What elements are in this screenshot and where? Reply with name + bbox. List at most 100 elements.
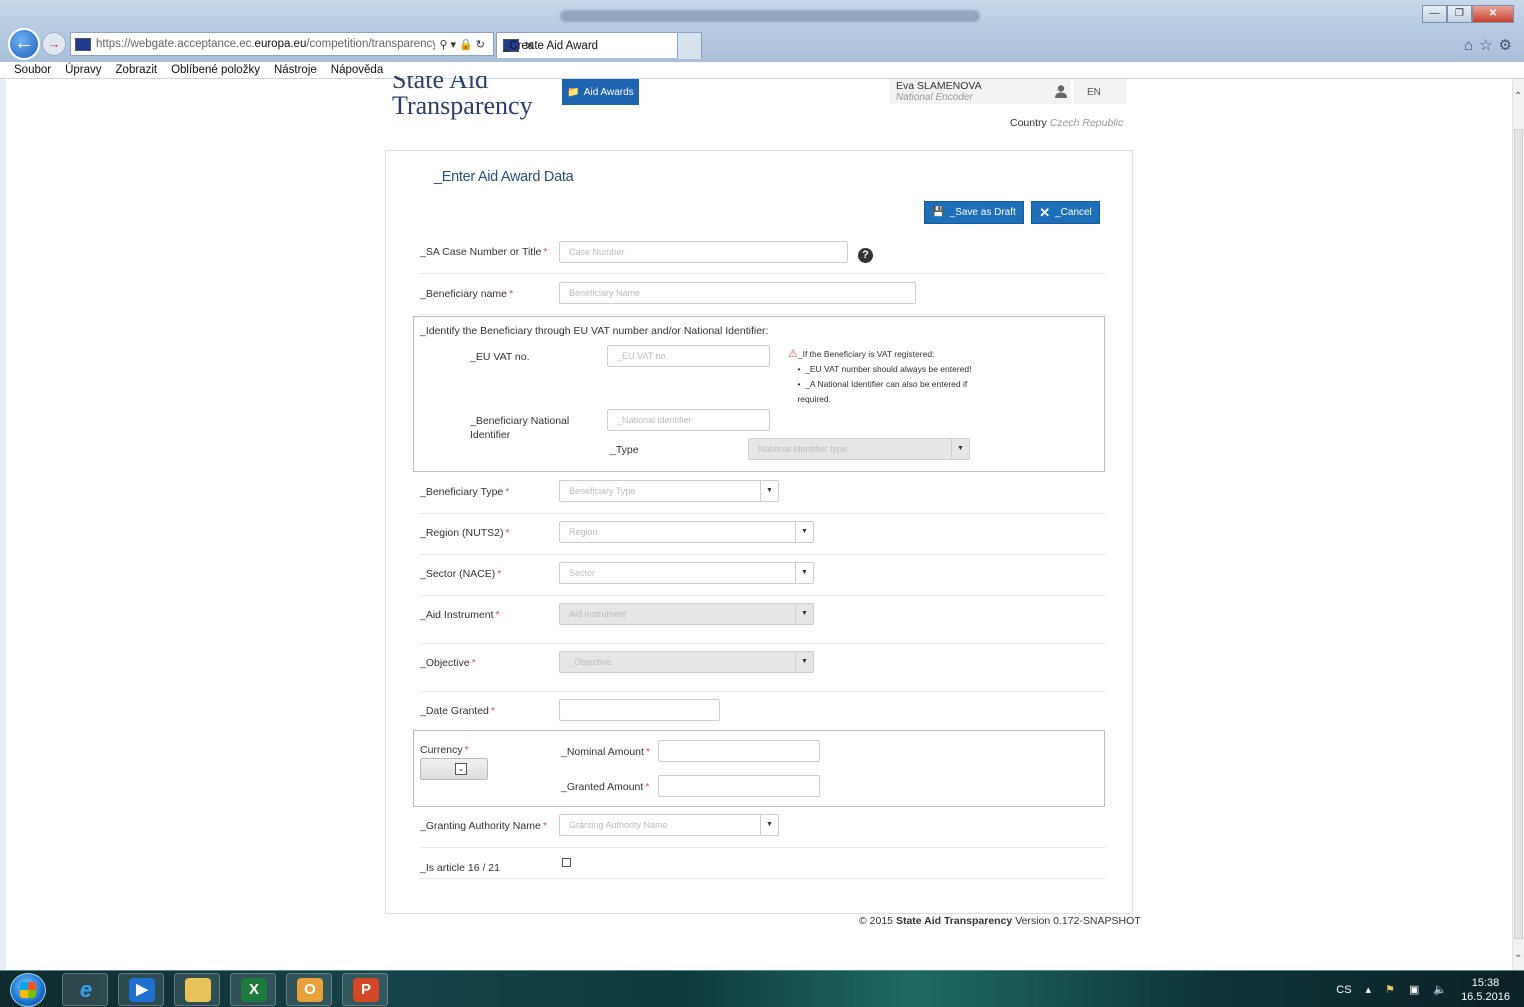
forward-button[interactable]: → bbox=[42, 32, 66, 56]
date-granted-row: _Date Granted * bbox=[420, 693, 1106, 729]
nominal-amount-label: _Nominal Amount * bbox=[561, 746, 650, 758]
volume-icon[interactable]: 🔈 bbox=[1433, 983, 1447, 996]
user-icon[interactable] bbox=[1054, 84, 1068, 98]
granted-amount-input[interactable] bbox=[658, 775, 820, 797]
date-granted-input[interactable] bbox=[559, 699, 720, 721]
chevron-down-icon: ▼ bbox=[795, 522, 813, 542]
beneficiary-type-row: _Beneficiary Type * Beneficiary Type ▼ bbox=[420, 473, 1106, 514]
powerpoint-icon: P bbox=[353, 978, 379, 1002]
article-label: _Is article 16 / 21 bbox=[420, 862, 500, 874]
beneficiary-name-input[interactable]: Beneficiary Name bbox=[559, 282, 916, 304]
user-info[interactable]: Eva SLAMENOVA National Encoder bbox=[890, 79, 1070, 104]
menu-item-tools[interactable]: Nástroje bbox=[274, 64, 317, 76]
aid-instrument-row: _Aid Instrument * Aid instrument ▼ bbox=[420, 597, 1106, 644]
taskbar-excel[interactable]: X bbox=[230, 973, 276, 1006]
chevron-down-icon: ▼ bbox=[951, 439, 969, 459]
floppy-disk-icon: 💾 bbox=[932, 207, 945, 218]
taskbar-powerpoint[interactable]: P bbox=[342, 973, 388, 1006]
input-language-indicator[interactable]: CS bbox=[1336, 984, 1351, 996]
aid-instrument-label: _Aid Instrument * bbox=[420, 609, 500, 621]
user-role: National Encoder bbox=[896, 92, 973, 103]
beneficiary-identifier-box: _Identify the Beneficiary through EU VAT… bbox=[413, 316, 1105, 472]
taskbar-media-player[interactable]: ▶ bbox=[118, 973, 164, 1006]
network-icon[interactable]: ▣ bbox=[1409, 983, 1419, 996]
cancel-button[interactable]: ✕ _Cancel bbox=[1031, 201, 1100, 224]
home-icon[interactable]: ⌂ bbox=[1464, 37, 1479, 54]
beneficiary-name-label: _Beneficiary name * bbox=[420, 288, 514, 300]
show-hidden-icons-icon[interactable]: ▴ bbox=[1366, 983, 1372, 996]
case-number-input[interactable]: Case Number bbox=[559, 241, 848, 263]
help-icon[interactable]: ? bbox=[858, 248, 873, 263]
menu-item-help[interactable]: Nápověda bbox=[331, 64, 383, 76]
excel-icon: X bbox=[241, 978, 267, 1002]
article-row: _Is article 16 / 21 bbox=[420, 849, 1106, 879]
granting-authority-label: _Granting Authority Name * bbox=[420, 820, 547, 832]
scroll-down-icon[interactable]: ⌄ bbox=[1514, 949, 1522, 960]
taskbar-outlook[interactable]: O bbox=[286, 973, 332, 1006]
back-button[interactable]: ← bbox=[8, 28, 40, 60]
new-tab-button[interactable] bbox=[677, 33, 701, 59]
start-button[interactable] bbox=[10, 973, 46, 1007]
amounts-box: Currency * ⌄ _Nominal Amount * _Granted Am… bbox=[413, 730, 1105, 807]
warning-icon: ⚠ bbox=[788, 348, 798, 360]
menu-item-edit[interactable]: Úpravy bbox=[65, 64, 101, 76]
window-controls: — ❐ ✕ bbox=[1422, 5, 1514, 23]
national-id-input[interactable]: _National identifier bbox=[607, 409, 770, 431]
taskbar-internet-explorer[interactable]: e bbox=[62, 973, 108, 1006]
close-window-button[interactable]: ✕ bbox=[1472, 5, 1514, 23]
chevron-down-icon: ▼ bbox=[795, 563, 813, 583]
windows-logo-icon bbox=[20, 982, 36, 998]
form-title: _Enter Aid Award Data bbox=[434, 169, 574, 185]
article-checkbox[interactable] bbox=[562, 858, 571, 867]
sector-select[interactable]: Sector ▼ bbox=[559, 562, 814, 584]
gear-icon[interactable]: ⚙ bbox=[1499, 37, 1518, 54]
beneficiary-type-select[interactable]: Beneficiary Type ▼ bbox=[559, 480, 779, 502]
sector-row: _Sector (NACE) * Sector ▼ bbox=[420, 556, 1106, 596]
close-icon: ✕ bbox=[1039, 204, 1051, 220]
chevron-down-icon: ⌄ bbox=[455, 763, 467, 775]
address-bar[interactable]: https://webgate.acceptance.ec.europa.eu/… bbox=[70, 32, 494, 56]
favorites-star-icon[interactable]: ☆ bbox=[1479, 37, 1498, 54]
clock[interactable]: 15:38 16.5.2016 bbox=[1461, 976, 1510, 1004]
menu-item-file[interactable]: Soubor bbox=[14, 64, 51, 76]
page-scrollbar[interactable]: ⌃ ⌄ bbox=[1512, 79, 1524, 970]
language-selector[interactable]: EN bbox=[1074, 79, 1126, 104]
national-id-label: _Beneficiary National Identifier bbox=[470, 415, 570, 441]
eu-vat-input[interactable]: _EU VAT no. bbox=[607, 345, 770, 367]
address-controls[interactable]: ⚲▾🔒↻ bbox=[435, 38, 494, 51]
eu-flag-icon bbox=[75, 37, 91, 51]
taskbar-file-explorer[interactable] bbox=[174, 973, 220, 1006]
id-type-label: _Type bbox=[610, 444, 639, 456]
page-content: State Aid Transparency 📁 Aid Awards Eva … bbox=[6, 76, 1512, 970]
menu-item-view[interactable]: Zobrazit bbox=[116, 64, 158, 76]
site-logo[interactable]: State Aid Transparency bbox=[392, 67, 533, 119]
menu-item-favorites[interactable]: Oblíbené položky bbox=[171, 64, 260, 76]
windows-taskbar: e ▶ X O P CS ▴ ⚑ ▣ 🔈 15:38 16.5.2016 bbox=[0, 970, 1524, 1007]
eu-vat-label: _EU VAT no. bbox=[470, 351, 530, 363]
tab-create-aid-award[interactable]: _Create Aid Award ✕ bbox=[496, 32, 702, 59]
system-tray: CS ▴ ⚑ ▣ 🔈 15:38 16.5.2016 bbox=[1336, 971, 1510, 1007]
internet-explorer-icon: e bbox=[79, 977, 93, 1002]
aid-awards-nav-button[interactable]: 📁 Aid Awards bbox=[562, 79, 639, 105]
nominal-amount-input[interactable] bbox=[658, 740, 820, 762]
region-label: _Region (NUTS2) * bbox=[420, 527, 510, 539]
url-text[interactable]: https://webgate.acceptance.ec.europa.eu/… bbox=[96, 38, 435, 50]
maximize-button[interactable]: ❐ bbox=[1447, 5, 1472, 23]
objective-select[interactable]: _Objective ▼ bbox=[559, 651, 814, 673]
granting-authority-select[interactable]: Granting Authority Name ▼ bbox=[559, 814, 779, 836]
scrollbar-thumb[interactable] bbox=[1514, 129, 1523, 939]
currency-select[interactable]: ⌄ bbox=[420, 758, 488, 780]
save-as-draft-button[interactable]: 💾 _Save as Draft bbox=[924, 201, 1024, 224]
folder-icon: 📁 bbox=[567, 86, 580, 98]
beneficiary-type-label: _Beneficiary Type * bbox=[420, 486, 510, 498]
action-center-flag-icon[interactable]: ⚑ bbox=[1385, 983, 1395, 996]
minimize-button[interactable]: — bbox=[1422, 5, 1447, 23]
region-select[interactable]: Region ▼ bbox=[559, 521, 814, 543]
id-type-select[interactable]: National identifier type ▼ bbox=[748, 438, 970, 460]
country-indicator: Country Czech Republic bbox=[1010, 117, 1124, 129]
scroll-up-icon[interactable]: ⌃ bbox=[1514, 91, 1522, 102]
objective-label: _Objective * bbox=[420, 657, 476, 669]
currency-label: Currency * bbox=[420, 744, 469, 756]
browser-titlebar: — ❐ ✕ ← → https://webgate.acceptance.ec.… bbox=[0, 0, 1524, 62]
aid-instrument-select[interactable]: Aid instrument ▼ bbox=[559, 603, 814, 625]
